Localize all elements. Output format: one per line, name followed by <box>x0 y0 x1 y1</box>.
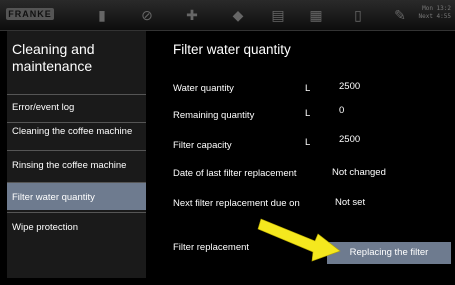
coffee-machine-screen: FRANKE ▮ ⊘ ✚ ◆ ▤ ▦ ▯ ✎ Mon 13:2 Next 4:5… <box>0 0 455 285</box>
sidebar-item-label: Filter water quantity <box>12 192 95 203</box>
clock-line-1: Mon 13:2 <box>422 5 451 12</box>
top-bar: FRANKE ▮ ⊘ ✚ ◆ ▤ ▦ ▯ ✎ Mon 13:2 Next 4:5… <box>0 0 455 31</box>
drop-icon[interactable]: ◆ <box>228 5 248 25</box>
yellow-pointer-arrow-icon <box>257 218 341 262</box>
arrow-shape <box>257 218 341 262</box>
chart-icon[interactable]: ▤ <box>268 5 288 25</box>
storage-icon[interactable]: ▦ <box>306 5 326 25</box>
sidebar-item-error-log[interactable]: Error/event log <box>7 94 146 122</box>
brand-logo: FRANKE <box>6 8 54 20</box>
sidebar-item-rinsing[interactable]: Rinsing the coffee machine <box>7 150 146 180</box>
sidebar-item-cleaning[interactable]: Cleaning the coffee machine <box>7 122 146 150</box>
clock-display: Mon 13:2 Next 4:55 <box>418 5 451 21</box>
sidebar: Cleaning and maintenance Error/event log… <box>7 31 146 278</box>
clock-line-2: Next 4:55 <box>418 13 451 20</box>
sidebar-item-label: Wipe protection <box>12 222 79 233</box>
settings-icon[interactable]: ✎ <box>390 5 410 25</box>
wrench-icon[interactable]: ✚ <box>182 5 202 25</box>
sidebar-title: Cleaning and maintenance <box>12 41 95 74</box>
cup-icon[interactable]: ⊘ <box>137 5 157 25</box>
sidebar-item-filter-water-quantity[interactable]: Filter water quantity <box>7 182 146 210</box>
sidebar-item-label: Rinsing the coffee machine <box>12 160 127 171</box>
main-panel: Filter water quantity Water quantity L 2… <box>147 31 451 278</box>
document-icon[interactable]: ▯ <box>348 5 368 25</box>
sidebar-item-wipe-protection[interactable]: Wipe protection <box>7 212 146 240</box>
sidebar-item-label: Cleaning the coffee machine <box>12 126 133 137</box>
sidebar-item-label: Error/event log <box>12 102 75 113</box>
bottle-icon[interactable]: ▮ <box>92 5 112 25</box>
